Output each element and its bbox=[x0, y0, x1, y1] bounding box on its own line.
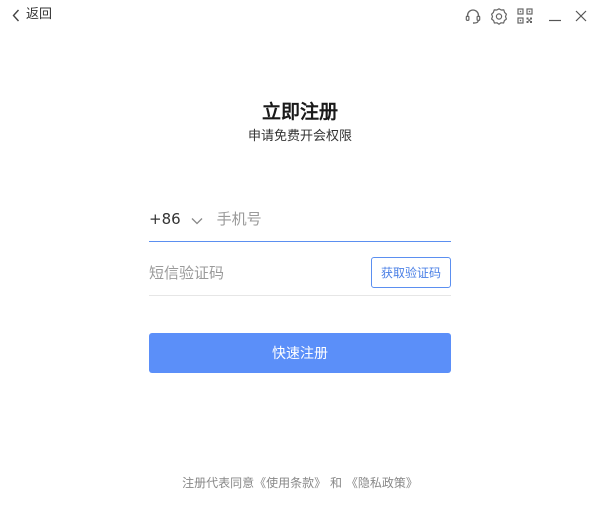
page-title: 立即注册 bbox=[261, 101, 338, 123]
sms-code-input[interactable] bbox=[149, 260, 371, 285]
terms-link[interactable]: 《使用条款》 bbox=[254, 476, 326, 490]
minimize-icon[interactable] bbox=[546, 7, 564, 25]
gear-icon[interactable] bbox=[490, 7, 508, 25]
window-controls bbox=[456, 6, 590, 26]
headset-icon[interactable] bbox=[464, 7, 482, 25]
back-label: 返回 bbox=[26, 7, 53, 22]
qr-code-icon[interactable] bbox=[516, 7, 534, 25]
page-subtitle: 申请免费开会权限 bbox=[247, 129, 352, 144]
register-button[interactable]: 快速注册 bbox=[149, 333, 451, 373]
sms-code-row: 获取验证码 bbox=[149, 250, 451, 296]
terms-notice: 注册代表同意《使用条款》 和 《隐私政策》 bbox=[0, 474, 600, 492]
privacy-link[interactable]: 《隐私政策》 bbox=[346, 476, 418, 490]
terms-prefix: 注册代表同意 bbox=[182, 476, 255, 490]
phone-row: +86 bbox=[149, 197, 451, 242]
country-code-selector[interactable]: +86 bbox=[149, 210, 203, 229]
country-code: +86 bbox=[149, 210, 181, 228]
close-icon[interactable] bbox=[572, 7, 590, 25]
terms-conjunction: 和 bbox=[330, 476, 343, 490]
phone-input[interactable] bbox=[216, 207, 451, 231]
get-code-button[interactable]: 获取验证码 bbox=[371, 257, 451, 288]
chevron-left-icon bbox=[12, 9, 20, 22]
chevron-down-icon bbox=[181, 210, 203, 229]
back-button[interactable]: 返回 bbox=[12, 6, 52, 24]
